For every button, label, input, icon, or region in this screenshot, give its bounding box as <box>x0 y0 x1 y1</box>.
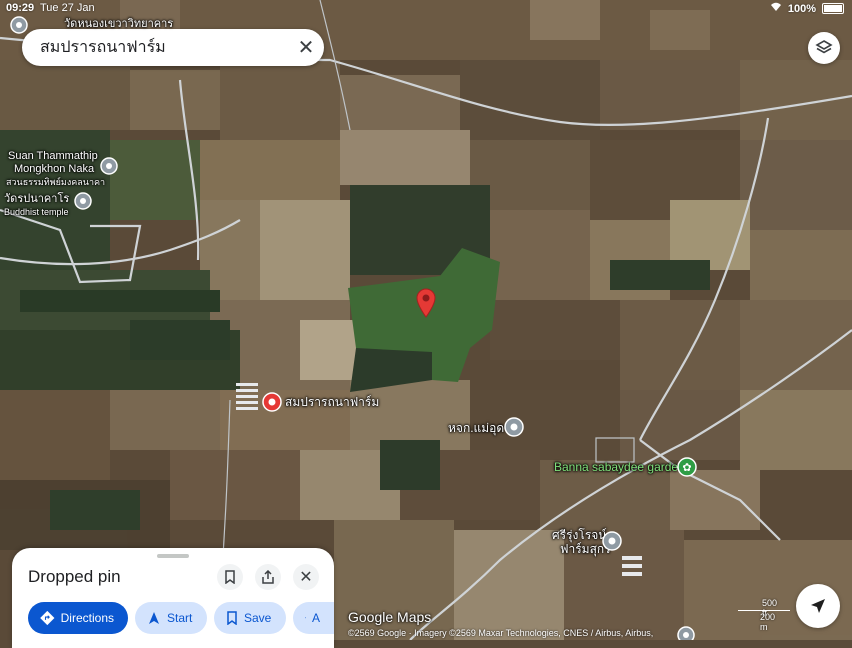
layers-button[interactable] <box>808 32 840 64</box>
svg-text:✿: ✿ <box>682 462 691 474</box>
navigation-arrow-icon <box>811 599 825 613</box>
wifi-icon <box>770 2 782 15</box>
place-sheet[interactable]: Dropped pin ✕ Directions Start Save A <box>12 548 334 648</box>
more-action-button[interactable]: A <box>293 602 334 634</box>
status-bar: 09:29 Tue 27 Jan 100% <box>0 0 852 16</box>
garden-poi-icon[interactable]: ✿ <box>677 457 697 482</box>
start-button[interactable]: Start <box>135 602 207 634</box>
sheet-title: Dropped pin <box>28 567 121 586</box>
copyright-text[interactable]: ©2569 Google · Imagery ©2569 Maxar Techn… <box>348 628 653 638</box>
status-date: Tue 27 Jan <box>40 2 95 14</box>
temple-poi-icon[interactable] <box>100 157 118 180</box>
bookmark-icon <box>225 570 235 584</box>
poi1-name-en[interactable]: Suan Thammathip <box>8 150 98 162</box>
garden-label[interactable]: Banna sabaydee garden <box>554 461 685 473</box>
shop-label[interactable]: หจก.แม่อุดร <box>448 422 511 434</box>
farm-label[interactable]: สมปรารถนาฟาร์ม <box>285 396 379 408</box>
search-bar[interactable]: สมปรารถนาฟาร์ม ✕ <box>22 29 324 66</box>
my-location-button[interactable] <box>796 584 840 628</box>
more-action-label: A <box>311 611 320 625</box>
bookmark-button[interactable] <box>217 564 243 590</box>
directions-button[interactable]: Directions <box>28 602 128 634</box>
shop-poi-icon[interactable] <box>504 417 524 442</box>
status-right: 100% <box>770 2 844 15</box>
share-button[interactable] <box>255 564 281 590</box>
flag-icon <box>305 617 306 619</box>
directions-label: Directions <box>60 611 114 625</box>
status-time: 09:29 <box>6 2 35 14</box>
poi2-name-th[interactable]: วัดรปนาคาโร <box>4 193 69 205</box>
scale-line <box>738 610 790 611</box>
poi2-type: Buddhist temple <box>4 207 69 217</box>
poi-icon[interactable] <box>677 626 695 645</box>
google-maps-logo: Google Maps <box>348 609 432 625</box>
poi1-name-th[interactable]: สวนธรรมทิพย์มงคลนาคา <box>6 176 105 188</box>
close-icon[interactable]: ✕ <box>288 35 324 60</box>
farm-place-pin-icon[interactable] <box>262 392 282 417</box>
battery-icon <box>822 3 844 14</box>
directions-icon <box>40 610 55 626</box>
temple-poi-icon[interactable] <box>74 192 92 215</box>
bookmark-icon <box>227 611 237 625</box>
poi1-name-en2[interactable]: Mongkhon Naka <box>14 163 94 175</box>
temple-poi-icon[interactable] <box>10 16 28 39</box>
pig-farm-poi-icon[interactable] <box>602 531 622 556</box>
navigation-icon <box>149 612 159 624</box>
drag-handle[interactable] <box>157 554 189 558</box>
share-icon <box>262 570 274 584</box>
map-label-top: วัดหนองเขวาวิทยาคาร <box>64 18 174 30</box>
battery-percent: 100% <box>787 2 816 15</box>
start-label: Start <box>167 611 193 625</box>
save-label: Save <box>244 611 272 625</box>
search-query[interactable]: สมปรารถนาฟาร์ม <box>40 35 288 60</box>
close-icon: ✕ <box>299 569 313 586</box>
dropped-pin-icon[interactable] <box>415 288 437 323</box>
pig-farm-label-line1[interactable]: ศรีรุ่งโรจน์ <box>552 529 607 541</box>
layers-icon <box>815 40 833 54</box>
close-sheet-button[interactable]: ✕ <box>293 564 319 590</box>
scale-meters: 200 m <box>760 612 776 632</box>
save-button[interactable]: Save <box>214 602 286 634</box>
